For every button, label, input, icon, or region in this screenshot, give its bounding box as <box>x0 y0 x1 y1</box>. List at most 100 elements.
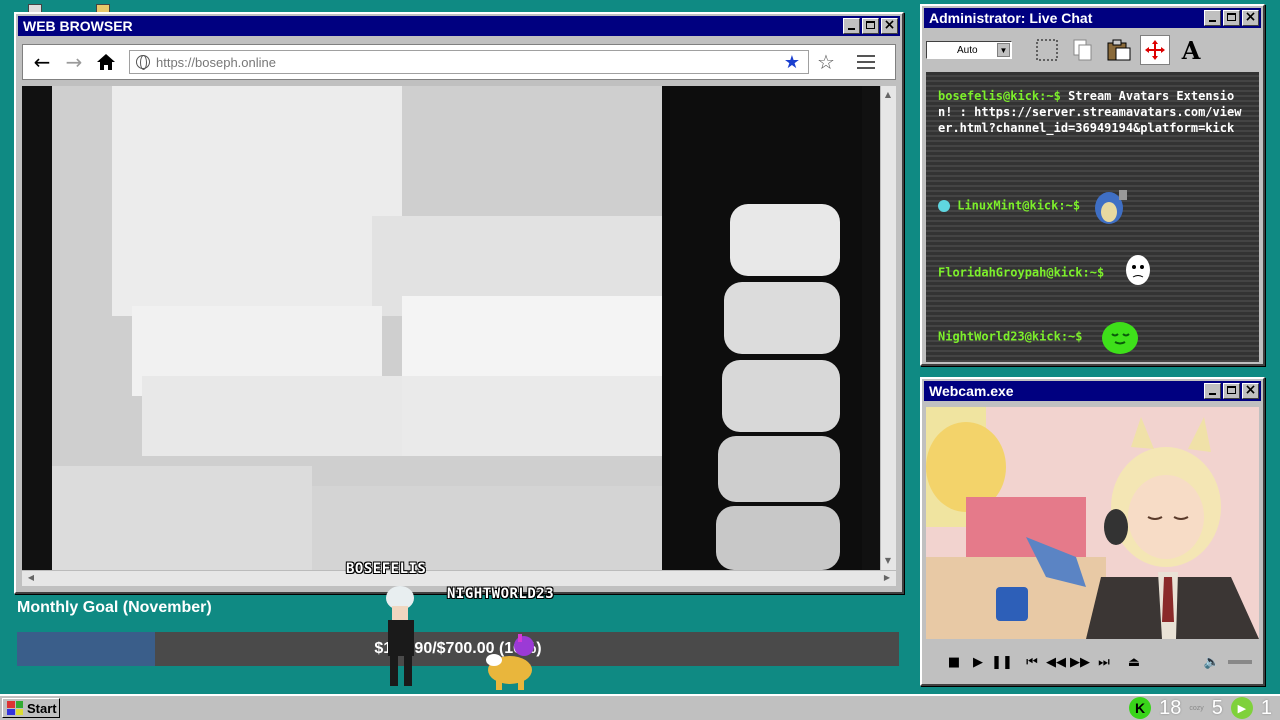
pause-icon[interactable]: ❚❚ <box>990 655 1014 670</box>
chat-username: NightWorld23@kick:~$ <box>938 329 1083 344</box>
maximize-button[interactable] <box>1223 10 1240 26</box>
home-icon[interactable] <box>93 49 119 75</box>
close-button[interactable]: × <box>881 17 898 34</box>
taskbar: Start K 18 cozy 5 ▶ 1 <box>0 694 1280 720</box>
browser-titlebar[interactable]: WEB BROWSER × <box>18 16 900 36</box>
close-button[interactable]: × <box>1242 9 1259 26</box>
goal-progress-bar: $109.90/$700.00 (16%) <box>17 632 899 666</box>
font-button[interactable]: A <box>1176 35 1206 65</box>
back-arrow-icon[interactable]: ← <box>29 49 55 75</box>
avatar-name-label: BOSEFELIS <box>346 561 427 577</box>
blastoise-avatar-icon <box>1095 190 1128 224</box>
goal-title: Monthly Goal (November) <box>17 599 212 616</box>
fast-forward-icon[interactable]: ▶▶ <box>1068 655 1092 670</box>
minimize-button[interactable] <box>1204 10 1221 26</box>
window-title: WEB BROWSER <box>23 18 133 34</box>
favorite-star-icon[interactable]: ☆ <box>817 50 835 74</box>
address-bar[interactable]: https://boseph.online ★ <box>129 50 809 74</box>
rewind-icon[interactable]: ◀◀ <box>1044 655 1068 670</box>
wojak-avatar-icon <box>1126 255 1151 285</box>
chat-message: LinuxMint@kick:~$ <box>938 184 1129 228</box>
chat-message: NightWorld23@kick:~$ <box>938 318 1140 356</box>
maximize-button[interactable] <box>862 18 879 34</box>
anime-avatar-image <box>926 407 1259 639</box>
volume-slider[interactable] <box>1228 660 1252 664</box>
start-button[interactable]: Start <box>2 698 60 718</box>
viewer-count: 18 <box>1159 696 1182 719</box>
maximize-icon <box>1227 13 1236 21</box>
chat-username: bosefelis@kick:~$ <box>938 89 1061 103</box>
move-arrows-icon <box>1145 40 1165 60</box>
paste-icon <box>1107 39 1131 61</box>
chat-window: Administrator: Live Chat × Auto ▼ A bose <box>920 4 1265 366</box>
volume-icon[interactable]: 🔈 <box>1200 655 1224 670</box>
chat-username: FloridahGroypah@kick:~$ <box>938 265 1105 280</box>
url-text: https://boseph.online <box>156 54 276 70</box>
start-label: Start <box>27 700 57 716</box>
chat-log[interactable]: bosefelis@kick:~$ Stream Avatars Extensi… <box>926 72 1259 362</box>
font-size-select[interactable]: Auto ▼ <box>926 41 1012 59</box>
browser-window: WEB BROWSER × ← → https://boseph.online … <box>14 12 904 594</box>
font-letter-icon: A <box>1181 35 1201 65</box>
windows-logo-icon <box>7 701 23 715</box>
media-controls: ■ ▶ ❚❚ ⏮ ◀◀ ▶▶ ⏭ ⏏ 🔈 <box>926 645 1259 679</box>
eject-icon[interactable]: ⏏ <box>1122 655 1146 670</box>
scroll-down-icon[interactable]: ▼ <box>881 554 895 568</box>
chat-message: bosefelis@kick:~$ Stream Avatars Extensi… <box>938 88 1248 136</box>
maximize-icon <box>866 21 875 29</box>
chevron-down-icon: ▼ <box>997 43 1010 57</box>
minimize-icon <box>1209 20 1216 22</box>
stop-icon[interactable]: ■ <box>942 655 966 670</box>
avatar-sprite <box>486 634 534 690</box>
play-circle-icon[interactable]: ▶ <box>1230 697 1253 719</box>
tray-count: 1 <box>1260 696 1272 719</box>
close-button[interactable]: × <box>1242 382 1259 399</box>
avatar-name-label: NIGHTWORLD23 <box>447 586 555 602</box>
browser-viewport[interactable] <box>22 86 880 570</box>
play-icon[interactable]: ▶ <box>966 655 990 670</box>
close-icon: × <box>1244 382 1257 398</box>
tray-count: 5 <box>1211 696 1223 719</box>
maximize-button[interactable] <box>1223 383 1240 399</box>
window-title: Webcam.exe <box>929 383 1014 399</box>
minimize-button[interactable] <box>843 18 860 34</box>
green-blob-avatar-icon <box>1101 322 1138 354</box>
goal-progress-text: $109.90/$700.00 (16%) <box>374 640 542 657</box>
webcam-feed <box>926 407 1259 639</box>
avatar-sprite <box>386 586 414 686</box>
maximize-icon <box>1227 386 1236 394</box>
scroll-right-icon[interactable]: ▶ <box>880 571 894 585</box>
chat-titlebar[interactable]: Administrator: Live Chat × <box>924 8 1261 28</box>
chat-toolbar: Auto ▼ A <box>926 32 1259 68</box>
video-frame <box>22 86 880 570</box>
skip-forward-icon[interactable]: ⏭ <box>1092 655 1116 670</box>
close-icon: × <box>883 17 896 33</box>
webcam-titlebar[interactable]: Webcam.exe × <box>924 381 1261 401</box>
select-tool-button[interactable] <box>1032 35 1062 65</box>
copy-button[interactable] <box>1068 35 1098 65</box>
globe-icon <box>136 55 150 70</box>
scroll-left-icon[interactable]: ◀ <box>24 571 38 585</box>
window-title: Administrator: Live Chat <box>929 10 1093 26</box>
paste-button[interactable] <box>1104 35 1134 65</box>
system-tray: K 18 cozy 5 ▶ 1 <box>1129 696 1272 720</box>
scroll-up-icon[interactable]: ▲ <box>881 88 895 102</box>
bookmark-star-icon[interactable]: ★ <box>784 52 800 73</box>
kick-logo-icon[interactable]: K <box>1129 697 1152 719</box>
forward-arrow-icon[interactable]: → <box>61 49 87 75</box>
cozy-label: cozy <box>1189 704 1204 712</box>
vertical-scrollbar[interactable]: ▲ ▼ <box>880 86 896 570</box>
browser-navbar: ← → https://boseph.online ★ ☆ <box>22 44 896 80</box>
chat-username: LinuxMint@kick:~$ <box>957 198 1081 213</box>
chat-message: FloridahGroypah@kick:~$ <box>938 252 1155 294</box>
skip-back-icon[interactable]: ⏮ <box>1020 655 1044 670</box>
diamond-badge-icon <box>938 200 950 212</box>
hamburger-menu-icon[interactable] <box>856 55 875 69</box>
move-button[interactable] <box>1140 35 1170 65</box>
marquee-select-icon <box>1036 39 1058 61</box>
minimize-button[interactable] <box>1204 383 1221 399</box>
horizontal-scrollbar[interactable]: ◀ ▶ <box>22 570 896 586</box>
minimize-icon <box>848 28 855 30</box>
font-size-value: Auto <box>957 44 978 56</box>
minimize-icon <box>1209 393 1216 395</box>
